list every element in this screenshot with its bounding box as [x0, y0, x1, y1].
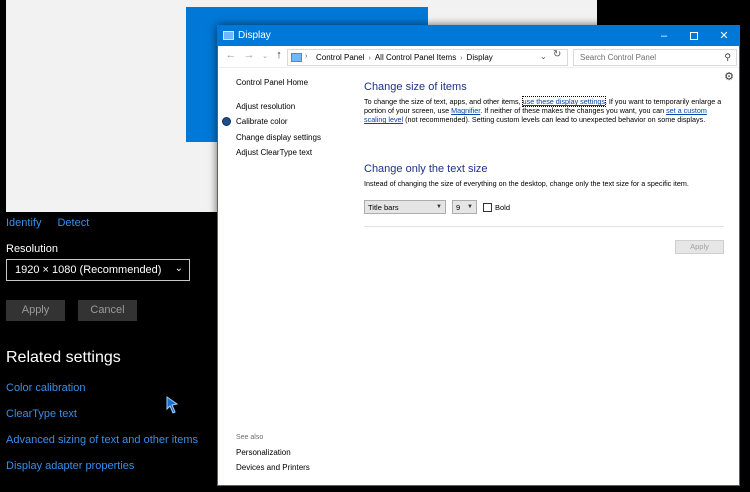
identify-link[interactable]: Identify [6, 217, 41, 229]
change-text-size-description: Instead of changing the size of everythi… [364, 179, 689, 188]
title-bar[interactable]: Display – ✕ [218, 26, 739, 46]
up-arrow-icon[interactable]: ↑ [272, 49, 286, 61]
related-settings-title: Related settings [6, 349, 121, 366]
maximize-icon [690, 32, 698, 40]
para1-text-d: (not recommended). Setting custom levels… [403, 115, 706, 124]
bold-checkbox[interactable] [483, 203, 492, 212]
breadcrumb-arrow-icon: › [305, 53, 308, 60]
recent-dropdown-icon[interactable]: ⌄ [258, 52, 272, 60]
sidebar-item-adjust-cleartype[interactable]: Adjust ClearType text [236, 148, 312, 157]
control-panel-window: Display – ✕ ← → ⌄ ↑ › Control Panel › All … [217, 25, 740, 486]
identify-detect-links: Identify Detect [6, 217, 89, 229]
address-dropdown-icon[interactable]: ⌄ [540, 52, 547, 61]
text-size-select[interactable]: 9 ▼ [452, 200, 477, 214]
window-title: Display [238, 30, 271, 41]
main-content: Change size of items To change the size … [364, 81, 730, 254]
item-select-value: Title bars [368, 203, 399, 212]
change-size-description: To change the size of text, apps, and ot… [364, 96, 730, 124]
display-app-icon [223, 31, 234, 40]
chevron-down-icon: ▼ [436, 204, 442, 210]
resolution-value: 1920 × 1080 (Recommended) [15, 264, 162, 276]
breadcrumb-control-panel[interactable]: Control Panel [316, 53, 364, 62]
search-input[interactable]: Search Control Panel ⚲ [573, 49, 737, 66]
text-size-value: 9 [456, 203, 461, 212]
change-size-heading: Change size of items [364, 81, 467, 93]
color-calibration-link[interactable]: Color calibration [6, 382, 85, 394]
address-bar: ← → ⌄ ↑ › Control Panel › All Control Pane… [218, 46, 739, 68]
breadcrumb-display[interactable]: Display [467, 53, 493, 62]
settings-cancel-button[interactable]: Cancel [78, 300, 137, 321]
settings-apply-button[interactable]: Apply [6, 300, 65, 321]
sidebar-item-label: Calibrate color [236, 117, 288, 126]
maximize-button[interactable] [679, 26, 709, 46]
search-icon: ⚲ [724, 52, 731, 62]
display-adapter-link[interactable]: Display adapter properties [6, 460, 134, 472]
detect-link[interactable]: Detect [57, 217, 89, 229]
breadcrumb-all-items[interactable]: All Control Panel Items [375, 53, 456, 62]
forward-arrow-icon[interactable]: → [242, 49, 256, 61]
advanced-sizing-link[interactable]: Advanced sizing of text and other items [6, 434, 198, 446]
apply-button[interactable]: Apply [675, 240, 724, 254]
para1-text-c: . If neither of these makes the changes … [480, 106, 667, 115]
sidebar-item-adjust-resolution[interactable]: Adjust resolution [236, 102, 295, 111]
resolution-select[interactable]: 1920 × 1080 (Recommended) ⌄ [6, 259, 190, 281]
control-panel-icon [291, 53, 302, 62]
search-placeholder: Search Control Panel [580, 53, 657, 62]
refresh-icon[interactable]: ↻ [553, 49, 561, 60]
cleartype-text-link[interactable]: ClearType text [6, 408, 77, 420]
magnifier-link[interactable]: Magnifier [451, 106, 480, 115]
para1-text-a: To change the size of text, apps, and ot… [364, 97, 523, 106]
back-arrow-icon[interactable]: ← [224, 49, 238, 61]
sidebar-item-change-display-settings[interactable]: Change display settings [236, 133, 321, 142]
personalization-link[interactable]: Personalization [236, 448, 291, 457]
minimize-button[interactable]: – [649, 26, 679, 46]
devices-printers-link[interactable]: Devices and Printers [236, 463, 310, 472]
breadcrumb-separator-icon: › [368, 55, 371, 62]
address-path[interactable]: › Control Panel › All Control Panel Items ›… [287, 49, 568, 66]
chevron-down-icon: ⌄ [174, 263, 183, 274]
divider [364, 226, 724, 227]
close-button[interactable]: ✕ [709, 26, 739, 46]
chevron-down-icon: ▼ [467, 204, 473, 210]
display-settings-link[interactable]: use these display settings [521, 96, 606, 107]
bold-label: Bold [495, 203, 511, 212]
breadcrumb-separator-icon: › [460, 55, 463, 62]
sidebar-item-home[interactable]: Control Panel Home [236, 78, 308, 87]
see-also-label: See also [236, 434, 264, 441]
change-text-size-heading: Change only the text size [364, 163, 488, 175]
calibrate-color-icon [222, 117, 231, 126]
sidebar-item-calibrate-color[interactable]: Calibrate color [222, 117, 288, 126]
cursor-icon [166, 396, 179, 414]
resolution-label: Resolution [6, 243, 58, 255]
item-select[interactable]: Title bars ▼ [364, 200, 446, 214]
